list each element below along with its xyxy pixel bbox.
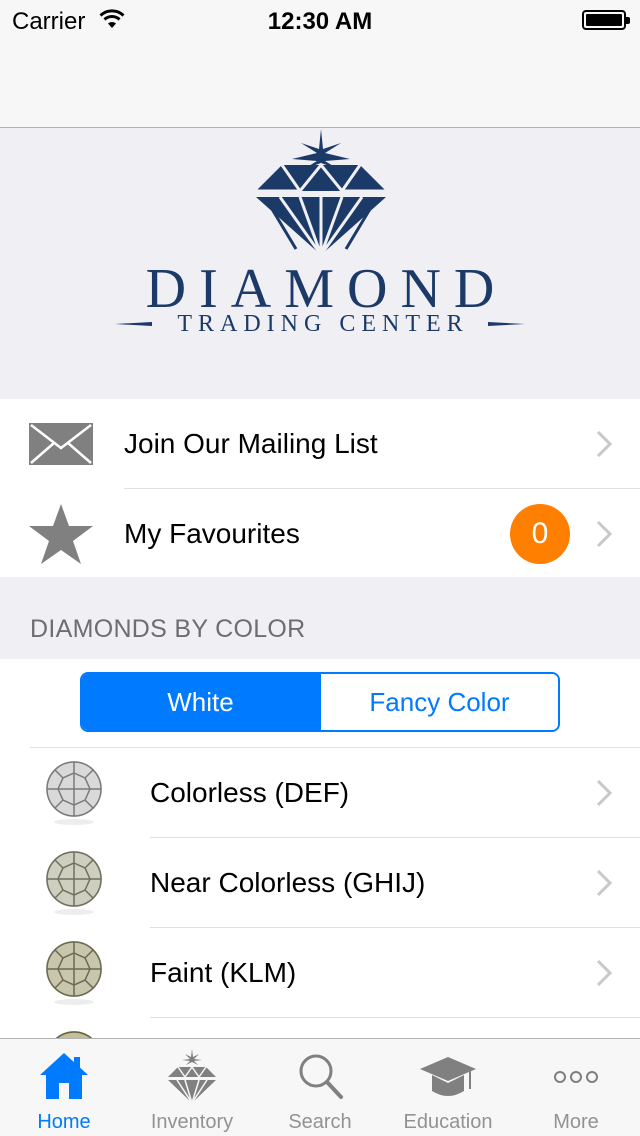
favourites-count-badge: 0 — [510, 504, 570, 564]
color-grade-label: Faint (KLM) — [150, 957, 297, 988]
diamond-thumbnail-icon — [55, 1031, 93, 1038]
color-grade-label: Near Colorless (GHIJ) — [150, 867, 426, 898]
search-icon — [299, 1054, 343, 1099]
navigation-bar — [0, 40, 640, 128]
segment-fancy-color[interactable]: Fancy Color — [319, 674, 558, 730]
clock: 12:30 AM — [267, 8, 373, 35]
section-header: DIAMONDS BY COLOR — [0, 577, 640, 659]
battery-icon — [582, 10, 630, 30]
tab-inventory[interactable]: Inventory — [128, 1039, 256, 1136]
envelope-icon — [29, 423, 93, 465]
tab-bar: Home Inventory Search Education More — [0, 1038, 640, 1136]
diamond-thumbnail-icon — [46, 761, 102, 825]
more-icon — [554, 1071, 598, 1083]
list-item[interactable]: Colorless (DEF) — [0, 748, 640, 838]
tab-home[interactable]: Home — [0, 1039, 128, 1136]
menu-group: Join Our Mailing List My Favourites 0 — [0, 399, 640, 579]
tab-label: Education — [403, 1111, 493, 1133]
chevron-right-icon — [596, 959, 612, 987]
mailing-list-label: Join Our Mailing List — [124, 428, 378, 459]
list-item[interactable] — [0, 1018, 640, 1038]
segment-white[interactable]: White — [82, 674, 319, 730]
tab-search[interactable]: Search — [256, 1039, 384, 1136]
chevron-right-icon — [596, 520, 612, 548]
logo-subtitle: TRADING CENTER — [177, 311, 469, 337]
tab-label: Search — [288, 1111, 352, 1133]
tab-label: Home — [37, 1111, 91, 1133]
diamond-icon — [168, 1049, 216, 1105]
status-bar: Carrier 12:30 AM — [0, 0, 640, 40]
tab-label: Inventory — [150, 1111, 234, 1133]
tab-more[interactable]: More — [512, 1039, 640, 1136]
color-grade-list: Colorless (DEF) Near Colorless (GHIJ) Fa… — [0, 748, 640, 1038]
segment-container: White Fancy Color — [0, 659, 640, 748]
chevron-right-icon — [596, 779, 612, 807]
star-icon — [29, 504, 93, 564]
favourites-row[interactable]: My Favourites 0 — [0, 489, 640, 579]
color-grade-label: Colorless (DEF) — [150, 777, 350, 808]
chevron-right-icon — [596, 430, 612, 458]
diamond-thumbnail-icon — [46, 851, 102, 915]
home-icon — [40, 1053, 88, 1099]
color-type-segmented-control[interactable]: White Fancy Color — [80, 672, 560, 732]
list-item[interactable]: Near Colorless (GHIJ) — [0, 838, 640, 928]
list-item[interactable]: Faint (KLM) — [0, 928, 640, 1018]
graduation-cap-icon — [420, 1057, 476, 1096]
diamond-thumbnail-icon — [46, 941, 102, 1005]
tab-education[interactable]: Education — [384, 1039, 512, 1136]
diamond-trading-center-logo: DIAMOND TRADING CENTER — [0, 129, 640, 399]
section-header-label: DIAMONDS BY COLOR — [30, 615, 306, 643]
mailing-list-row[interactable]: Join Our Mailing List — [0, 399, 640, 489]
chevron-right-icon — [596, 869, 612, 897]
tab-label: More — [553, 1111, 599, 1133]
